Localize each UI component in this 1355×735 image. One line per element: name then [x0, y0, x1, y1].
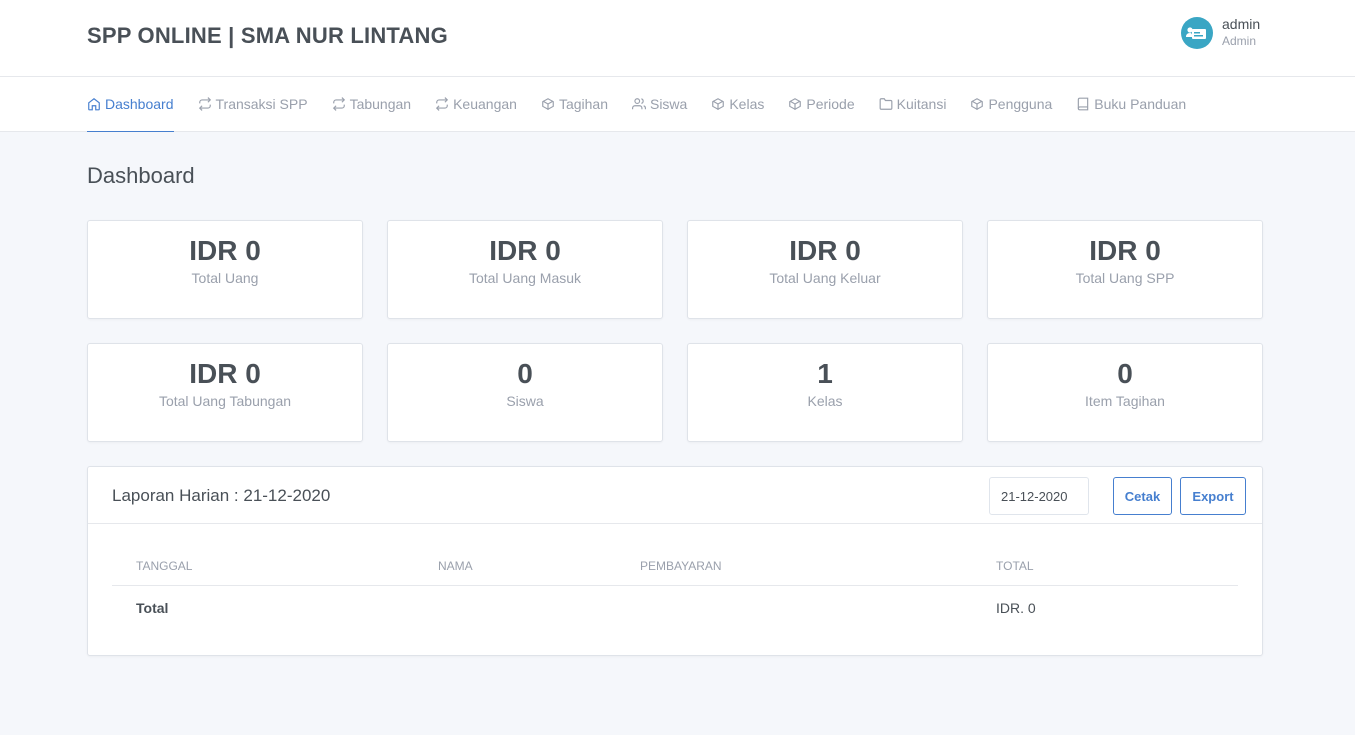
box-icon: [542, 98, 554, 110]
nav-label: Kelas: [729, 96, 765, 112]
nav-item-transaksi-spp[interactable]: Transaksi SPP: [198, 77, 308, 132]
stat-card-total-uang-tabungan: IDR 0 Total Uang Tabungan: [87, 343, 363, 442]
repeat-icon: [198, 97, 211, 111]
home-icon: [88, 98, 100, 111]
user-name: admin: [1222, 16, 1261, 32]
main-nav: Dashboard Transaksi SPP Tabungan Keuanga…: [0, 77, 1355, 132]
nav-item-siswa[interactable]: Siswa: [631, 77, 688, 132]
stat-value: IDR 0: [789, 235, 861, 266]
user-menu[interactable]: admin Admin: [1181, 15, 1260, 49]
stat-card-total-uang: IDR 0 Total Uang: [87, 220, 363, 319]
column-header-tanggal: TANGGAL: [112, 548, 414, 586]
total-value: IDR. 0: [996, 600, 1036, 617]
stat-card-item-tagihan: 0 Item Tagihan: [987, 343, 1263, 442]
stat-card-kelas: 1 Kelas: [687, 343, 963, 442]
stat-value: IDR 0: [489, 235, 561, 266]
app-header: SPP ONLINE | SMA NUR LINTANG admin Admin: [0, 0, 1355, 77]
folder-icon: [879, 98, 893, 110]
book-icon: [1078, 97, 1089, 111]
nav-item-dashboard[interactable]: Dashboard: [87, 77, 174, 132]
daily-report-card: Laporan Harian : 21-12-2020 Cetak Export…: [87, 466, 1263, 656]
report-date-input[interactable]: [989, 477, 1089, 515]
avatar[interactable]: [1181, 17, 1213, 49]
nav-item-buku-panduan[interactable]: Buku Panduan: [1076, 77, 1186, 132]
stat-card-siswa: 0 Siswa: [387, 343, 663, 442]
nav-label: Kuitansi: [896, 96, 947, 112]
report-table: TANGGAL NAMA PEMBAYARAN TOTAL Total IDR.…: [112, 548, 1238, 631]
stat-label: Item Tagihan: [1085, 393, 1165, 409]
stat-value: IDR 0: [1089, 235, 1161, 266]
repeat-icon: [332, 97, 345, 111]
column-header-pembayaran: PEMBAYARAN: [616, 548, 972, 586]
column-header-total: TOTAL: [972, 548, 1238, 586]
nav-item-tabungan[interactable]: Tabungan: [332, 77, 412, 132]
stat-label: Total Uang Tabungan: [158, 393, 292, 409]
nav-label: Dashboard: [105, 96, 174, 112]
nav-label: Buku Panduan: [1094, 96, 1187, 112]
users-icon: [631, 98, 646, 110]
stat-value: IDR 0: [189, 358, 261, 389]
nav-label: Periode: [806, 96, 855, 112]
page-title: Dashboard: [87, 163, 195, 188]
nav-item-periode[interactable]: Periode: [788, 77, 855, 132]
stat-label: Total Uang Keluar: [769, 270, 881, 286]
stat-label: Total Uang: [191, 270, 259, 286]
print-button[interactable]: Cetak: [1113, 477, 1172, 515]
stat-value: 0: [1117, 358, 1133, 389]
nav-label: Tabungan: [349, 96, 412, 112]
nav-label: Tagihan: [558, 96, 608, 112]
stat-card-total-uang-masuk: IDR 0 Total Uang Masuk: [387, 220, 663, 319]
stat-label: Kelas: [807, 393, 843, 409]
nav-item-pengguna[interactable]: Pengguna: [970, 77, 1052, 132]
repeat-icon: [436, 97, 449, 111]
user-role: Admin: [1222, 34, 1257, 48]
brand-title[interactable]: SPP ONLINE | SMA NUR LINTANG: [87, 23, 448, 49]
box-icon: [712, 98, 725, 110]
report-header: Laporan Harian : 21-12-2020 Cetak Export: [88, 467, 1262, 524]
user-card-icon: [1186, 27, 1206, 39]
stat-value: 1: [817, 358, 833, 389]
nav-item-keuangan[interactable]: Keuangan: [435, 77, 517, 132]
box-icon: [789, 98, 802, 110]
nav-label: Siswa: [649, 96, 688, 112]
table-header-row: TANGGAL NAMA PEMBAYARAN TOTAL: [112, 548, 1238, 586]
nav-item-kelas[interactable]: Kelas: [711, 77, 764, 132]
stat-card-total-uang-spp: IDR 0 Total Uang SPP: [987, 220, 1263, 319]
nav-label: Keuangan: [453, 96, 517, 112]
nav-label: Pengguna: [988, 96, 1053, 112]
nav-item-tagihan[interactable]: Tagihan: [541, 77, 608, 132]
nav-item-kuitansi[interactable]: Kuitansi: [879, 77, 947, 132]
stat-label: Total Uang SPP: [1075, 270, 1175, 286]
stat-value: IDR 0: [189, 235, 261, 266]
stat-label: Siswa: [506, 393, 544, 409]
stat-value: 0: [517, 358, 533, 389]
nav-label: Transaksi SPP: [215, 96, 308, 112]
stat-card-total-uang-keluar: IDR 0 Total Uang Keluar: [687, 220, 963, 319]
stat-label: Total Uang Masuk: [468, 270, 582, 286]
column-header-nama: NAMA: [414, 548, 616, 586]
box-icon: [971, 98, 984, 110]
total-label: Total: [136, 600, 169, 617]
table-row-total: Total IDR. 0: [112, 585, 1238, 631]
report-title: Laporan Harian : 21-12-2020: [112, 486, 331, 505]
export-button[interactable]: Export: [1180, 477, 1246, 515]
